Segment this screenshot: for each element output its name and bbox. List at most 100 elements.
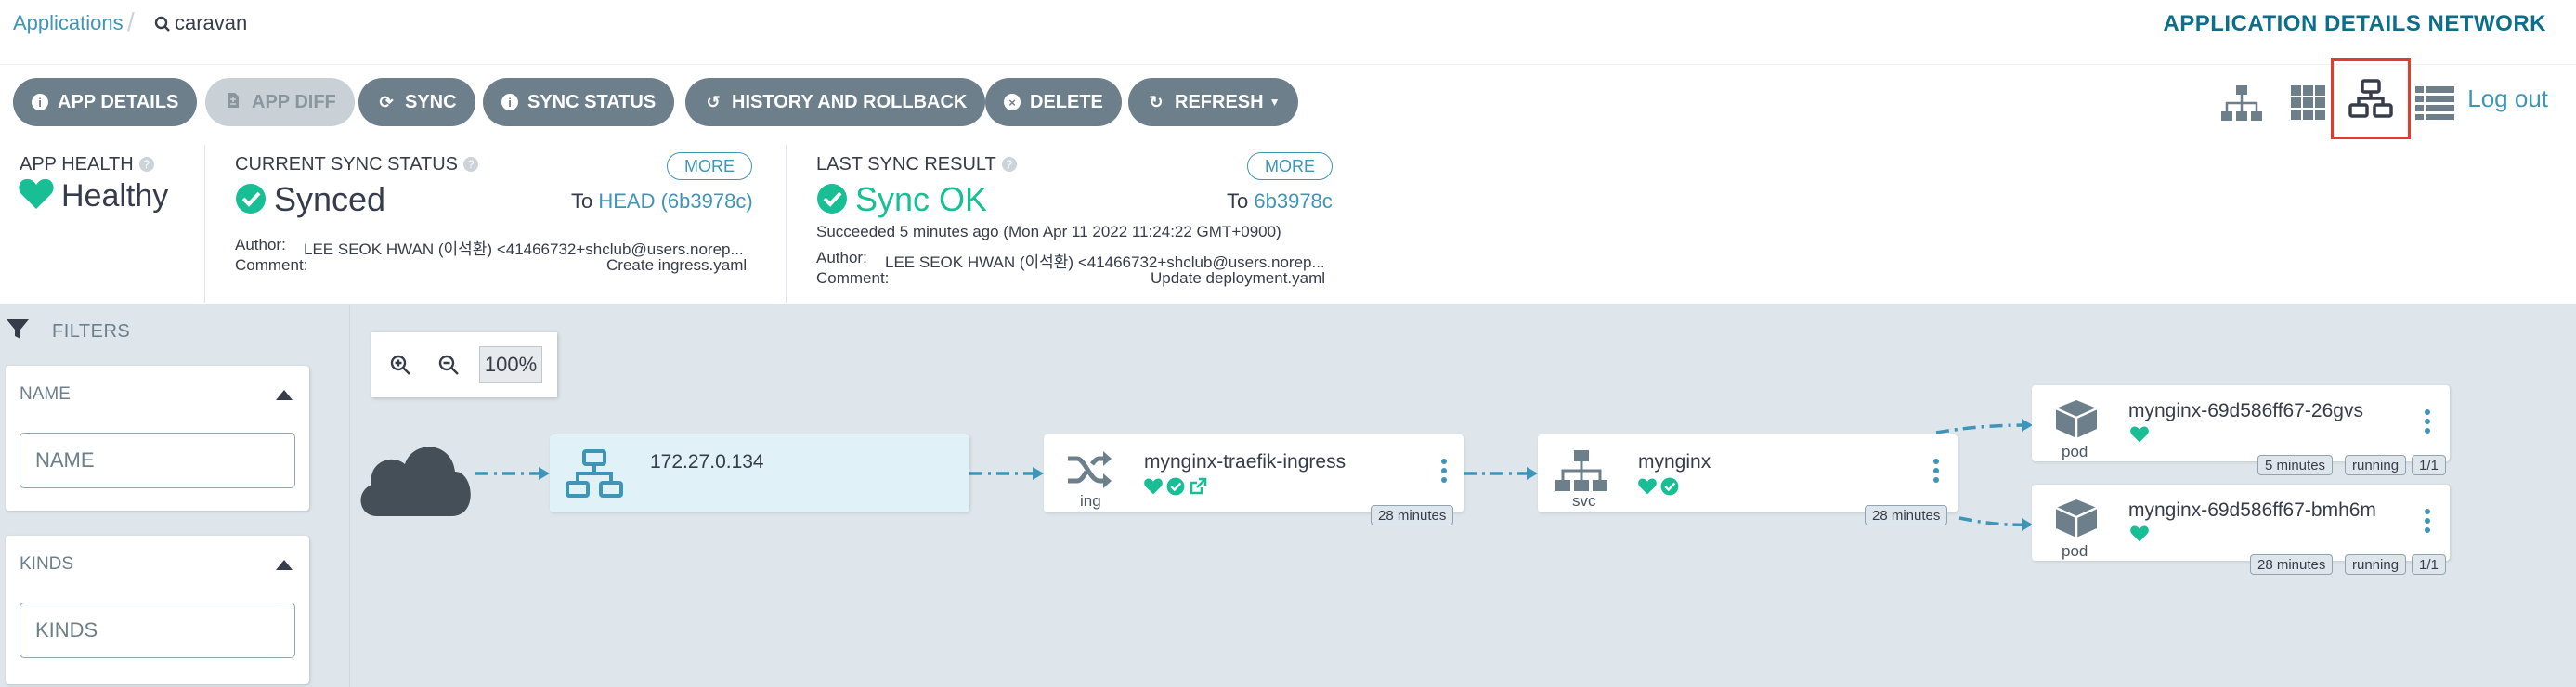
last-sync-label: LAST SYNC RESULT (816, 154, 996, 175)
app-details-button[interactable]: i APP DETAILS (13, 78, 198, 126)
author-label: Author: (235, 236, 286, 253)
check-circle-icon (1166, 477, 1185, 496)
pod-status-badge: running (2345, 554, 2407, 575)
more-options-icon[interactable] (2425, 409, 2430, 437)
breadcrumb-current: caravan (154, 11, 247, 35)
sync-icon: ⟳ (379, 92, 394, 111)
last-sync-more-button[interactable]: MORE (1247, 152, 1333, 180)
info-icon: i (501, 94, 518, 110)
app-diff-button[interactable]: APP DIFF (205, 78, 355, 126)
heart-icon (1638, 478, 1657, 495)
check-circle-icon (236, 184, 266, 214)
comment-value: Create ingress.yaml (606, 256, 748, 274)
sync-status-text: Synced (274, 180, 386, 218)
edge-arrow (1033, 467, 1044, 480)
check-circle-icon (1660, 477, 1679, 496)
check-circle-icon (817, 184, 847, 214)
shuffle-icon (1068, 451, 1112, 488)
resource-kind: ing (1080, 492, 1101, 510)
current-sync-label: CURRENT SYNC STATUS (235, 154, 459, 175)
age-badge: 28 minutes (1865, 505, 1948, 525)
page-title: APPLICATION DETAILS NETWORK (2163, 11, 2546, 36)
network-view-icon[interactable] (2331, 58, 2411, 140)
revision-link[interactable]: 6b3978c (1254, 189, 1332, 213)
age-badge: 28 minutes (1371, 505, 1454, 525)
toolbar: i APP DETAILS APP DIFF ⟳ SYNC i SYNC STATUS… (0, 65, 2576, 139)
pod-name: mynginx-69d586ff67-bmh6m (2128, 499, 2376, 521)
to-prefix: To (1227, 189, 1249, 213)
app-health-label: APP HEALTH (20, 154, 134, 175)
ingress-node[interactable]: ing mynginx-traefik-ingress (1044, 434, 1464, 512)
logout-link[interactable]: Log out (2467, 84, 2548, 113)
redo-icon: ↻ (1149, 92, 1164, 111)
comment-label: Comment: (235, 256, 308, 274)
author-label: Author: (816, 249, 867, 266)
more-options-icon[interactable] (2425, 509, 2430, 537)
pods-view-icon[interactable] (2283, 82, 2335, 124)
sitemap-icon (1555, 450, 1607, 491)
status-panel: APP HEALTH? Healthy CURRENT SYNC STATUS?… (0, 139, 2576, 305)
divider (786, 145, 787, 303)
current-sync-more-button[interactable]: MORE (667, 152, 752, 180)
cube-icon (2055, 400, 2098, 438)
status-icons (1638, 477, 1679, 496)
internet-cloud-icon (360, 447, 471, 516)
breadcrumb-applications-link[interactable]: Applications (13, 11, 124, 35)
list-view-icon[interactable] (2409, 82, 2461, 124)
more-options-icon[interactable] (1441, 459, 1447, 486)
succeeded-text: Succeeded 5 minutes ago (Mon Apr 11 2022… (816, 223, 1281, 240)
ready-badge: 1/1 (2412, 554, 2446, 575)
sync-label: SYNC (405, 91, 457, 112)
load-balancer-name: 172.27.0.134 (650, 451, 764, 473)
pod-node[interactable]: pod mynginx-69d586ff67-26gvs (2032, 385, 2450, 461)
edge-arrow (1527, 467, 1538, 480)
more-options-icon[interactable] (1933, 459, 1939, 486)
resource-canvas: FILTERS NAME KINDS 100% (0, 305, 2576, 687)
current-sync-target: To HEAD (6b3978c) (571, 189, 753, 214)
head-revision-link[interactable]: HEAD (6b3978c) (598, 189, 752, 213)
heart-icon (1144, 478, 1163, 495)
times-circle-icon: × (1004, 94, 1021, 110)
sync-status-button[interactable]: i SYNC STATUS (483, 78, 675, 126)
edge (1958, 516, 2030, 526)
age-badge: 28 minutes (2250, 554, 2334, 575)
cube-icon (2055, 499, 2098, 538)
help-icon[interactable]: ? (1001, 157, 1017, 172)
app-health-value: Healthy (19, 178, 168, 214)
age-badge: 5 minutes (2257, 455, 2334, 475)
to-prefix: To (571, 189, 593, 213)
current-sync-value: Synced (235, 180, 385, 219)
service-node[interactable]: svc mynginx (1538, 434, 1958, 512)
app-diff-label: APP DIFF (252, 91, 336, 112)
pod-node[interactable]: pod mynginx-69d586ff67-bmh6m (2032, 485, 2450, 561)
history-rollback-button[interactable]: ↺ HISTORY AND ROLLBACK (685, 78, 986, 126)
history-label: HISTORY AND ROLLBACK (732, 91, 968, 112)
comment-label: Comment: (816, 269, 890, 287)
refresh-label: REFRESH (1175, 91, 1264, 112)
last-sync-target: To 6b3978c (1227, 189, 1333, 214)
external-link-icon[interactable] (1189, 477, 1207, 496)
resource-kind: svc (1572, 492, 1596, 510)
pod-name: mynginx-69d586ff67-26gvs (2128, 400, 2363, 421)
app-name: caravan (175, 11, 248, 34)
file-diff-icon (224, 92, 242, 113)
info-icon: i (32, 94, 48, 110)
tree-view-icon[interactable] (2216, 82, 2268, 124)
search-icon (154, 16, 170, 32)
load-balancer-node[interactable]: 172.27.0.134 (550, 434, 969, 512)
divider (204, 145, 205, 303)
resource-kind: pod (2062, 443, 2088, 460)
pod-status-badge: running (2345, 455, 2407, 475)
delete-label: DELETE (1030, 91, 1103, 112)
delete-button[interactable]: × DELETE (985, 78, 1122, 126)
app-details-label: APP DETAILS (58, 91, 179, 112)
help-icon[interactable]: ? (463, 157, 479, 172)
breadcrumb-separator: / (127, 7, 135, 36)
ready-badge: 1/1 (2412, 455, 2446, 475)
edge (1935, 423, 2030, 434)
refresh-button[interactable]: ↻ REFRESH ▼ (1128, 78, 1299, 126)
heart-icon (19, 178, 54, 209)
edge-arrow (539, 467, 550, 480)
help-icon[interactable]: ? (138, 157, 154, 172)
sync-button[interactable]: ⟳ SYNC (358, 78, 475, 126)
